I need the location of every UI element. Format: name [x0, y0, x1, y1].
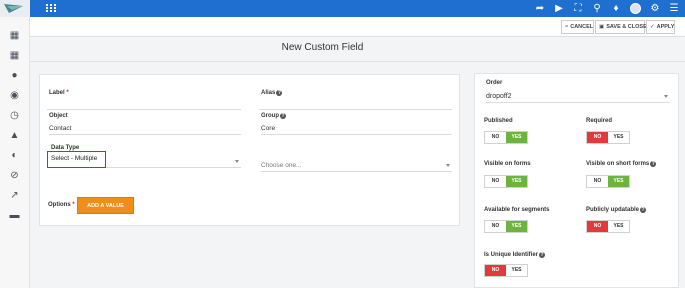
cancel-button[interactable]: × CANCEL: [561, 20, 594, 34]
action-toolbar: × CANCEL ▣ SAVE & CLOSE ✓ APPLY: [30, 17, 685, 37]
required-no[interactable]: NO: [587, 132, 608, 143]
clock-icon[interactable]: ◷: [8, 109, 21, 122]
visible-short-no[interactable]: NO: [587, 176, 608, 187]
chevron-down-icon: [446, 164, 450, 167]
save-icon: ▣: [599, 24, 605, 30]
help-icon[interactable]: ?: [539, 252, 546, 258]
play-icon[interactable]: ▶: [554, 0, 564, 17]
gear-icon[interactable]: ⚙: [650, 0, 660, 17]
visible-forms-label: Visible on forms: [484, 161, 531, 167]
publicly-yes[interactable]: YES: [608, 221, 629, 232]
components-icon[interactable]: ◉: [8, 89, 21, 102]
logo-icon: [4, 4, 23, 13]
chevron-down-icon: [235, 160, 239, 163]
help-icon[interactable]: ?: [650, 161, 657, 167]
alias-field-label: Alias?: [261, 90, 283, 96]
sidebar: ▦ ▦ ● ◉ ◷ ▲ ◐ ⊘ ↗ ▬: [0, 17, 30, 288]
menu-icon[interactable]: ☰: [669, 0, 679, 17]
top-navbar: ➦ ▶ ⛶ ⚲ ♦ ⚙ ☰: [0, 0, 685, 17]
visible-short-toggle[interactable]: NO YES: [586, 175, 630, 188]
unique-label: Is Unique Identifier?: [484, 252, 546, 258]
help-icon[interactable]: ?: [276, 90, 283, 96]
fullscreen-icon[interactable]: ⛶: [573, 0, 583, 17]
visible-forms-yes[interactable]: YES: [506, 176, 527, 187]
group-label: Group?: [261, 113, 286, 119]
help-icon[interactable]: ?: [640, 207, 647, 213]
published-no[interactable]: NO: [485, 132, 506, 143]
segments-label: Available for segments: [484, 207, 550, 213]
visible-forms-toggle[interactable]: NO YES: [484, 175, 528, 188]
check-icon: ✓: [650, 24, 655, 30]
reports-icon[interactable]: ↗: [8, 189, 21, 202]
save-close-button[interactable]: ▣ SAVE & CLOSE: [595, 20, 647, 34]
visible-short-label: Visible on short forms?: [586, 161, 657, 167]
apply-button[interactable]: ✓ APPLY: [646, 20, 675, 34]
order-label: Order: [486, 80, 503, 86]
required-yes[interactable]: YES: [608, 132, 629, 143]
unique-toggle[interactable]: NO YES: [484, 264, 528, 277]
options-label: Options *: [48, 202, 75, 208]
unique-yes[interactable]: YES: [506, 265, 527, 276]
publicly-label: Publicly updatable?: [586, 207, 647, 213]
segments-yes[interactable]: YES: [506, 221, 527, 232]
choose-one-select[interactable]: Choose one...: [261, 160, 452, 172]
bell-icon[interactable]: ♦: [611, 0, 621, 17]
avatar[interactable]: [630, 3, 641, 14]
contacts-icon[interactable]: ●: [8, 69, 21, 82]
segments-toggle[interactable]: NO YES: [484, 220, 528, 233]
unique-no[interactable]: NO: [485, 265, 506, 276]
close-icon: ×: [565, 24, 569, 30]
search-icon[interactable]: ⚲: [592, 0, 602, 17]
chat-icon[interactable]: ▬: [8, 209, 21, 222]
required-toggle[interactable]: NO YES: [586, 131, 630, 144]
object-select[interactable]: Contact: [49, 123, 241, 135]
required-label: Required: [586, 118, 613, 124]
share-icon[interactable]: ➦: [535, 0, 545, 17]
publicly-toggle[interactable]: NO YES: [586, 220, 630, 233]
label-input[interactable]: [47, 98, 241, 110]
order-select[interactable]: dropoff2: [486, 91, 670, 103]
apps-grid-icon[interactable]: [46, 4, 56, 13]
alias-input[interactable]: [259, 98, 452, 110]
visible-short-yes[interactable]: YES: [608, 176, 629, 187]
visible-forms-no[interactable]: NO: [485, 176, 506, 187]
published-label: Published: [484, 118, 513, 124]
calendar-icon[interactable]: ▦: [8, 49, 21, 62]
channels-icon[interactable]: ◐: [8, 149, 21, 162]
points-icon[interactable]: ▲: [8, 129, 21, 142]
published-toggle[interactable]: NO YES: [484, 131, 528, 144]
page-title: New Custom Field: [281, 42, 364, 53]
chevron-down-icon: [664, 95, 668, 98]
object-label: Object: [49, 113, 68, 119]
published-yes[interactable]: YES: [506, 132, 527, 143]
data-type-select[interactable]: Select - Multiple: [47, 151, 106, 168]
help-icon[interactable]: ?: [280, 113, 286, 119]
disabled-icon[interactable]: ⊘: [8, 169, 21, 182]
header-divider: [30, 61, 685, 62]
add-value-button[interactable]: ADD A VALUE: [77, 197, 134, 214]
label-field-label: Label *: [49, 90, 69, 96]
segments-no[interactable]: NO: [485, 221, 506, 232]
dashboard-icon[interactable]: ▦: [8, 29, 21, 42]
group-select[interactable]: Core: [261, 123, 452, 135]
publicly-no[interactable]: NO: [587, 221, 608, 232]
brand-logo[interactable]: [0, 0, 30, 17]
